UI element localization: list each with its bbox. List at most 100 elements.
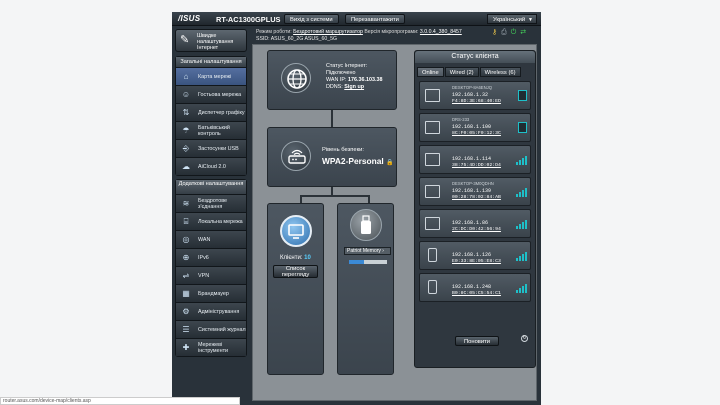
client-mac[interactable]: 38:75:4D:DD:02:D4 [452,163,501,168]
log-icon: ☰ [182,325,190,334]
wifi-signal-icon [516,252,527,261]
mode-label: Режим роботи: [256,29,292,35]
sidebar-item-label: IPv6 [198,255,209,261]
asus-logo[interactable]: /ISUS [178,14,200,23]
sidebar-item-label: Адміністрування [198,309,240,315]
tools-icon: ✚ [182,343,190,352]
ipv6-icon: ⊕ [182,253,190,262]
ssid-2g-link[interactable]: ASUS_60_2G [271,36,304,42]
computer-icon [425,121,440,134]
client-row[interactable]: 192.168.1.248 B0:8C:05:C5:54:C1 [419,273,531,302]
wifi-signal-icon [516,188,527,197]
model-name: RT-AC1300GPLUS [216,15,281,24]
client-name: DRS-233 [452,117,470,122]
client-ip: 192.168.1.32 [452,92,489,98]
connector-line [331,110,333,127]
connector-line [368,195,370,203]
client-mac[interactable]: E0:33:8E:05:E8:C3 [452,259,501,264]
client-row[interactable]: DESKTOP-3M0QDHN 192.168.1.139 00:28:78:02:… [419,177,531,206]
client-row[interactable]: 192.168.1.86 2C:DC:D0:42:56:94 [419,209,531,238]
sidebar-item-label: Батьківський контроль [198,125,230,137]
sidebar-item[interactable]: ⌂ Карта мережі [176,67,246,85]
client-row[interactable]: DRS-233 192.168.1.100 8C:F0:05:F0:12:3C [419,113,531,142]
connector-line [331,187,333,195]
client-status-panel: Статус клієнта Online Wired (2) Wireless (… [414,50,536,368]
monitor-icon [280,215,312,247]
client-list: DESKTOP-8A6ENJQ 192.168.1.32 F4:8D:3E:68:4… [419,81,531,305]
key-icon[interactable]: ⚷ [492,29,497,37]
sidebar-item[interactable]: ⌸ Локальна мережа [176,212,246,230]
printer-icon[interactable]: ⎙ [501,29,507,37]
client-row[interactable]: 192.168.1.114 38:75:4D:DD:02:D4 [419,145,531,174]
tab-client-filter[interactable]: Wireless (6) [479,67,521,77]
view-list-button[interactable]: Список перегляду [273,265,318,278]
tab-client-filter[interactable]: Online [417,67,444,77]
security-value: WPA2-Personal 🔒 [322,156,394,166]
sidebar-item[interactable]: ☂ Батьківський контроль [176,121,246,139]
ddns-signup-link[interactable]: Sign up [344,84,364,90]
client-name: DESKTOP-8A6ENJQ [452,85,492,90]
ssid-row: SSID: ASUS_60_2G ASUS_60_5G [256,36,337,42]
sidebar-item[interactable]: ⎆ Застосунки USB [176,139,246,157]
client-row[interactable]: 192.168.1.126 E0:33:8E:05:E8:C3 [419,241,531,270]
sidebar-item-label: AiCloud 2.0 [198,164,226,170]
sidebar-item[interactable]: ▦ Брандмауер [176,284,246,302]
sidebar-item[interactable]: ⇅ Диспетчер графіку [176,103,246,121]
sidebar-item[interactable]: ⚙ Адміністрування [176,302,246,320]
info-icon[interactable]: ↻ [521,335,528,342]
traffic-manager-icon: ⇅ [182,108,190,117]
computer-icon [425,217,440,230]
browser-status-bar: router.asus.com/device-map/clients.asp [0,397,240,405]
client-ip: 192.168.1.100 [452,124,492,130]
computer-icon [425,153,440,166]
sidebar-item[interactable]: ☺ Гостьова мережа [176,85,246,103]
sidebar-item[interactable]: ✚ Мережеві інструменти [176,338,246,356]
clients-count-line: Клієнти: 10 [280,255,311,261]
client-mac[interactable]: 2C:DC:D0:42:56:94 [452,227,501,232]
usb-card[interactable]: Patriot Memory › [337,203,394,375]
sidebar-item[interactable]: ☰ Системний журнал [176,320,246,338]
mode-link[interactable]: Бездротовий маршрутизатор [293,29,363,35]
sidebar-item[interactable]: ⊕ IPv6 [176,248,246,266]
wan-ip-value: 176.36.103.38 [347,77,383,83]
language-select[interactable]: Український ▼ [487,14,537,24]
client-mac[interactable]: 00:28:78:02:84:AB [452,195,501,200]
quick-setup-button[interactable]: ✎ Швидке налаштування Інтернет [175,29,247,52]
sidebar-item[interactable]: ☁ AiCloud 2.0 [176,157,246,175]
network-status-icon[interactable]: ⇄ [520,29,526,37]
logout-button[interactable]: Вихід з системи [284,14,339,24]
ssid-label: SSID: [256,36,270,42]
sidebar-item[interactable]: ⇌ VPN [176,266,246,284]
wand-icon: ✎ [180,34,190,46]
sidebar-item-label: Карта мережі [198,74,232,80]
sidebar-item-label: Бездротове з'єднання [198,198,228,210]
client-mac[interactable]: B0:8C:05:C5:54:C1 [452,291,501,296]
sidebar-item-label: Застосунки USB [198,146,239,152]
reboot-button[interactable]: Перезавантажити [345,14,405,24]
client-status-title: Статус клієнта [415,51,535,63]
usb-device-select[interactable]: Patriot Memory › [344,247,391,255]
connector-line [300,195,302,203]
usb-status-icon[interactable]: ⏻ [511,29,517,37]
refresh-button[interactable]: Поновити [455,336,499,346]
router-card[interactable]: Рівень безпеки: WPA2-Personal 🔒 [267,127,397,187]
sidebar-item[interactable]: ◎ WAN [176,230,246,248]
usb-device-name: Patriot Memory [347,248,381,254]
client-mac[interactable]: 8C:F0:05:F0:12:3C [452,131,501,136]
fw-link[interactable]: 3.0.0.4_380_8457 [420,29,462,35]
sidebar-item[interactable]: ≋ Бездротове з'єднання [176,194,246,212]
advanced-nav: Додаткові налаштування ≋ Бездротове з'єдн… [175,179,247,357]
ddns-label: DDNS: [326,84,343,90]
client-mac[interactable]: F4:8D:3E:68:40:ED [452,99,501,104]
chevron-down-icon: ▼ [528,17,533,23]
tab-client-filter[interactable]: Wired (2) [444,67,479,77]
client-row[interactable]: DESKTOP-8A6ENJQ 192.168.1.32 F4:8D:3E:68:4… [419,81,531,110]
lock-icon: 🔒 [386,160,394,166]
ssid-5g-link[interactable]: ASUS_60_5G [304,36,337,42]
internet-card[interactable]: Статус Інтернет: Підключено WAN IP: 176.… [267,50,397,110]
security-label: Рівень безпеки: [322,147,364,153]
clients-card[interactable]: Клієнти: 10 Список перегляду [267,203,324,375]
globe-icon [281,63,311,93]
sidebar-item-label: Мережеві інструменти [198,342,229,354]
general-nav: Загальні налаштування ⌂ Карта мережі ☺ Гост… [175,56,247,176]
